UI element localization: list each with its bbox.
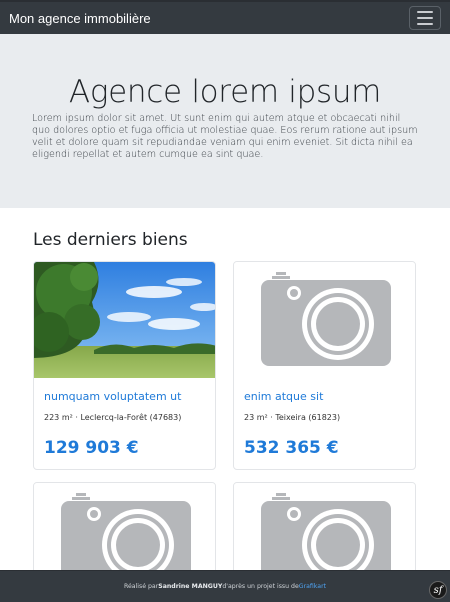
- footer-prefix: Réalisé par: [123, 583, 159, 590]
- property-price: 129 903 €: [44, 438, 139, 458]
- property-title-link[interactable]: numquam voluptatem ut: [44, 390, 205, 403]
- property-meta: 23 m² · Teixeira (61823): [244, 413, 341, 422]
- camera-placeholder-icon[interactable]: [234, 262, 415, 378]
- navbar: Mon agence immobilière: [0, 0, 450, 34]
- footer-author: Sandrine MANGUY: [158, 583, 223, 590]
- property-card[interactable]: numquam voluptatem ut 223 m² · Leclercq-…: [33, 261, 216, 470]
- hamburger-menu-icon[interactable]: [409, 6, 441, 30]
- hero-title: Agence lorem ipsum: [68, 74, 382, 110]
- property-meta: 223 m² · Leclercq-la-Forêt (47683): [44, 413, 182, 422]
- property-card[interactable]: [233, 482, 416, 582]
- property-photo[interactable]: [34, 262, 215, 378]
- property-card[interactable]: [33, 482, 216, 582]
- camera-placeholder-icon[interactable]: [34, 483, 215, 581]
- hero: Agence lorem ipsum Lorem ipsum dolor sit…: [0, 34, 450, 208]
- footer: Réalisé par Sandrine MANGUY d'après un p…: [0, 571, 450, 602]
- footer-middle: d'après un projet issu de: [222, 583, 299, 590]
- property-card[interactable]: enim atque sit 23 m² · Teixeira (61823) …: [233, 261, 416, 470]
- symfony-toolbar-icon[interactable]: sf: [429, 581, 447, 599]
- property-title-link[interactable]: enim atque sit: [244, 390, 405, 403]
- hero-text: Lorem ipsum dolor sit amet. Ut sunt enim…: [32, 113, 418, 160]
- section-title: Les derniers biens: [33, 230, 188, 250]
- grafikart-link[interactable]: Grafikart: [299, 583, 326, 590]
- camera-placeholder-icon[interactable]: [234, 483, 415, 581]
- brand-link[interactable]: Mon agence immobilière: [9, 11, 151, 26]
- property-price: 532 365 €: [244, 438, 339, 458]
